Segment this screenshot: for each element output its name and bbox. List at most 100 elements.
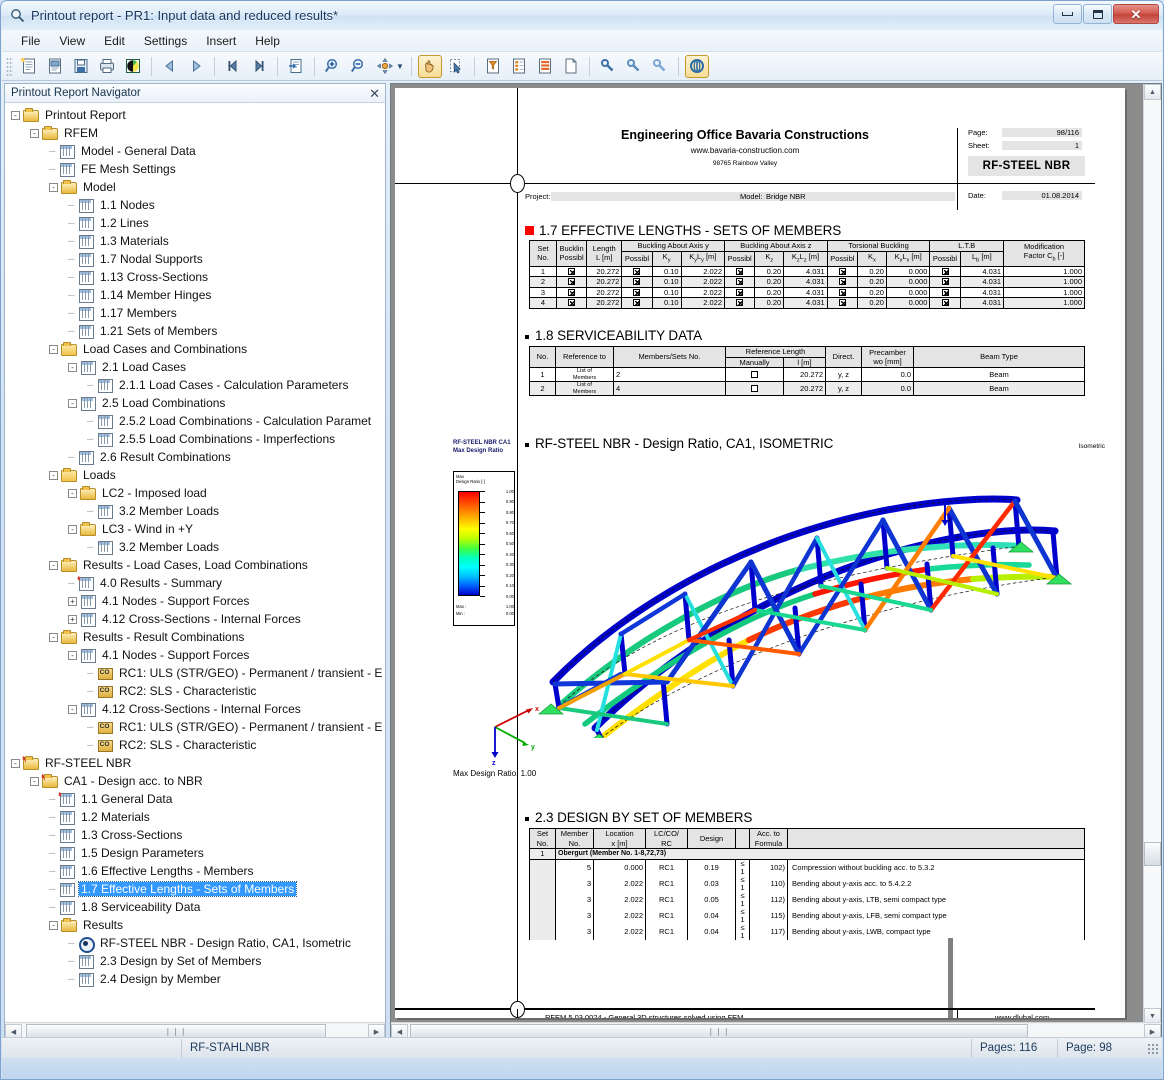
collapse-toggle-icon[interactable]: - xyxy=(49,632,58,642)
tree-item[interactable]: - Results - Result Combinations xyxy=(5,628,385,646)
tree-item[interactable]: - 2.5 Load Combinations xyxy=(5,394,385,412)
first-page-icon[interactable] xyxy=(221,55,245,78)
resize-grip[interactable] xyxy=(1147,1043,1160,1056)
zoom-out-icon[interactable] xyxy=(347,55,371,78)
tree-item[interactable]: ─ 1.5 Design Parameters xyxy=(5,844,385,862)
tree-item[interactable]: ─ 1.2 Materials xyxy=(5,808,385,826)
print-icon[interactable] xyxy=(95,55,119,78)
collapse-toggle-icon[interactable]: - xyxy=(68,362,77,372)
tree-item[interactable]: ─ CO RC1: ULS (STR/GEO) - Permanent / tran… xyxy=(5,664,385,682)
tree-item[interactable]: ─ 3.2 Member Loads xyxy=(5,502,385,520)
pan-hand-icon[interactable] xyxy=(417,54,442,78)
tree-item[interactable]: ─ 1.1 General Data xyxy=(5,790,385,808)
last-page-icon[interactable] xyxy=(247,55,271,78)
chevron-down-icon[interactable]: ▼ xyxy=(396,62,404,71)
collapse-toggle-icon[interactable]: - xyxy=(11,110,20,120)
tree-item[interactable]: ─ 2.5.5 Load Combinations - Imperfections xyxy=(5,430,385,448)
tree-item[interactable]: ─ CO RC2: SLS - Characteristic xyxy=(5,682,385,700)
maximize-button[interactable] xyxy=(1083,4,1112,24)
tree-item[interactable]: ─ 1.3 Cross-Sections xyxy=(5,826,385,844)
tree-item[interactable]: ─ 2.6 Result Combinations xyxy=(5,448,385,466)
collapse-toggle-icon[interactable]: - xyxy=(68,524,77,534)
tree-item[interactable]: - 4.12 Cross-Sections - Internal Forces xyxy=(5,700,385,718)
navigator-tree[interactable]: - Printout Report - RFEM ─ Model - General Da… xyxy=(5,103,385,1022)
tree-item[interactable]: ─ RF-STEEL NBR - Design Ratio, CA1, Isome… xyxy=(5,934,385,953)
tree-item[interactable]: ─ 1.13 Cross-Sections xyxy=(5,268,385,286)
collapse-toggle-icon[interactable]: - xyxy=(68,704,77,714)
design-ratio-3d-view[interactable]: Isometric RF-STEEL NBR CA1 Max Design Ra… xyxy=(395,433,1125,788)
tree-item[interactable]: - RF-STEEL NBR xyxy=(5,754,385,772)
print-preview-icon[interactable] xyxy=(121,55,145,78)
tree-item[interactable]: - LC2 - Imposed load xyxy=(5,484,385,502)
tree-item[interactable]: +4.1 Nodes - Support Forces xyxy=(5,592,385,610)
tree-item[interactable]: ─ 2.3 Design by Set of Members xyxy=(5,952,385,970)
tree-item[interactable]: - RFEM xyxy=(5,124,385,142)
report-content-icon[interactable] xyxy=(533,55,557,78)
collapse-toggle-icon[interactable]: - xyxy=(30,128,39,138)
select-arrow-icon[interactable] xyxy=(444,55,468,78)
vscroll-thumb[interactable] xyxy=(1144,842,1161,866)
tree-item[interactable]: - Model xyxy=(5,178,385,196)
zoom-fit-icon[interactable] xyxy=(373,55,397,78)
menu-help[interactable]: Help xyxy=(246,32,289,50)
new-report-icon[interactable] xyxy=(17,55,41,78)
previous-page-icon[interactable] xyxy=(158,55,182,78)
scroll-up-button[interactable]: ▲ xyxy=(1144,84,1161,100)
collapse-toggle-icon[interactable]: - xyxy=(68,488,77,498)
filter-icon[interactable] xyxy=(481,55,505,78)
tree-item[interactable]: ─ 1.1 Nodes xyxy=(5,196,385,214)
collapse-toggle-icon[interactable]: - xyxy=(49,920,58,930)
tree-item[interactable]: - Printout Report xyxy=(5,106,385,124)
tree-item[interactable]: ─ 1.6 Effective Lengths - Members xyxy=(5,862,385,880)
collapse-toggle-icon[interactable]: - xyxy=(11,758,20,768)
tree-item[interactable]: - Load Cases and Combinations xyxy=(5,340,385,358)
expand-toggle-icon[interactable]: + xyxy=(68,614,77,624)
tree-item[interactable]: ─ 1.21 Sets of Members xyxy=(5,322,385,340)
close-icon[interactable]: ✕ xyxy=(369,87,380,100)
vscroll-track[interactable] xyxy=(1144,100,1161,1008)
tree-item[interactable]: ─ 1.14 Member Hinges xyxy=(5,286,385,304)
menu-settings[interactable]: Settings xyxy=(135,32,196,50)
tree-item[interactable]: - CA1 - Design acc. to NBR xyxy=(5,772,385,790)
unlock-icon[interactable] xyxy=(596,55,620,78)
menu-view[interactable]: View xyxy=(50,32,94,50)
lock-all-icon[interactable] xyxy=(648,55,672,78)
zoom-in-icon[interactable] xyxy=(321,55,345,78)
collapse-toggle-icon[interactable]: - xyxy=(49,344,58,354)
collapse-toggle-icon[interactable]: - xyxy=(68,398,77,408)
open-report-icon[interactable] xyxy=(43,55,67,78)
tree-item[interactable]: ─ 1.3 Materials xyxy=(5,232,385,250)
tree-item[interactable]: - Results - Load Cases, Load Combinations xyxy=(5,556,385,574)
tree-item[interactable]: ─ 1.7 Effective Lengths - Sets of Members xyxy=(5,880,385,898)
tree-item[interactable]: - Loads xyxy=(5,466,385,484)
tree-item[interactable]: ─ Model - General Data xyxy=(5,142,385,160)
menu-edit[interactable]: Edit xyxy=(95,32,134,50)
tree-item[interactable]: ─ 1.8 Serviceability Data xyxy=(5,898,385,916)
tree-item[interactable]: - Results xyxy=(5,916,385,934)
tree-item[interactable]: ─ CO RC1: ULS (STR/GEO) - Permanent / tran… xyxy=(5,718,385,736)
document-view[interactable]: Engineering Office Bavaria Constructions… xyxy=(390,83,1162,1041)
tree-item[interactable]: ─ 2.5.2 Load Combinations - Calculation P… xyxy=(5,412,385,430)
close-button[interactable]: ✕ xyxy=(1113,4,1159,24)
tree-item[interactable]: ─ 4.0 Results - Summary xyxy=(5,574,385,592)
minimize-button[interactable] xyxy=(1053,4,1082,24)
tree-item[interactable]: ─ FE Mesh Settings xyxy=(5,160,385,178)
collapse-toggle-icon[interactable]: - xyxy=(68,650,77,660)
expand-toggle-icon[interactable]: + xyxy=(68,596,77,606)
tree-item[interactable]: - LC3 - Wind in +Y xyxy=(5,520,385,538)
toolbar-grip[interactable] xyxy=(6,56,13,76)
collapse-toggle-icon[interactable]: - xyxy=(49,560,58,570)
export-icon[interactable] xyxy=(284,55,308,78)
document-vscrollbar[interactable]: ▲ ▼ xyxy=(1143,84,1161,1024)
tree-item[interactable]: ─ 1.7 Nodal Supports xyxy=(5,250,385,268)
collapse-toggle-icon[interactable]: - xyxy=(30,776,39,786)
report-selection-icon[interactable] xyxy=(507,55,531,78)
tree-item[interactable]: ─ CO RC2: SLS - Characteristic xyxy=(5,736,385,754)
tree-item[interactable]: ─ 1.17 Members xyxy=(5,304,385,322)
tree-item[interactable]: ─ 2.4 Design by Member xyxy=(5,970,385,988)
tree-item[interactable]: ─ 2.1.1 Load Cases - Calculation Paramete… xyxy=(5,376,385,394)
collapse-toggle-icon[interactable]: - xyxy=(49,470,58,480)
refresh-icon[interactable] xyxy=(684,54,709,78)
tree-item[interactable]: ─ 1.2 Lines xyxy=(5,214,385,232)
blank-page-icon[interactable] xyxy=(559,55,583,78)
